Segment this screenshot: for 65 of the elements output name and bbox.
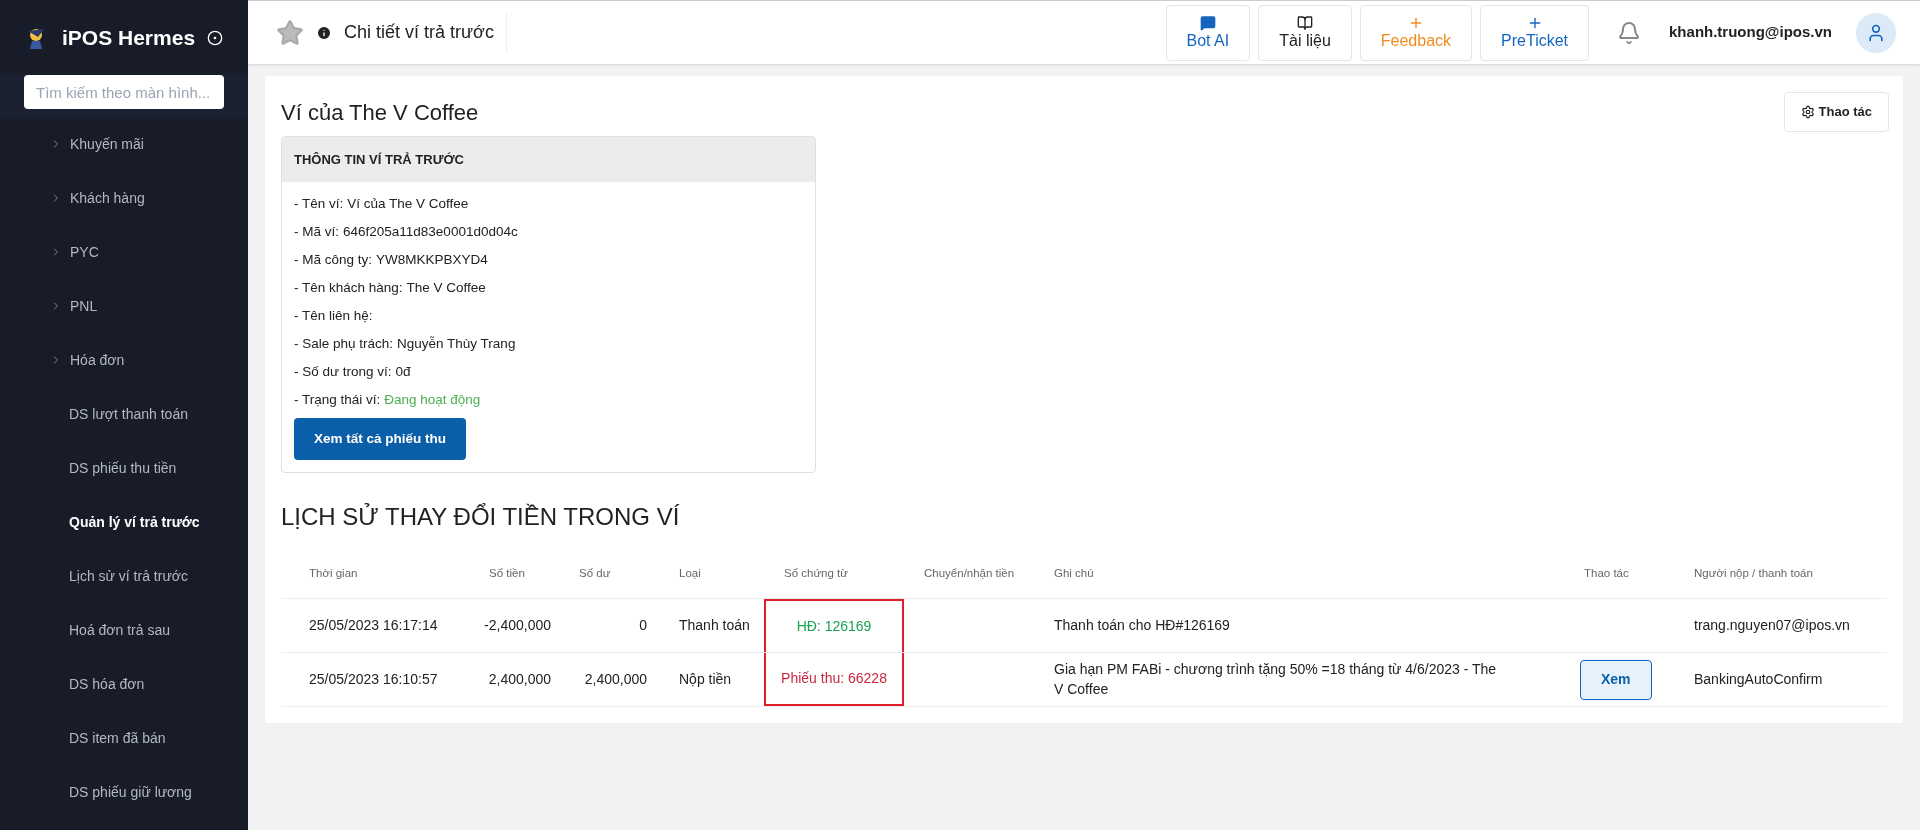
column-header: Ghi chú bbox=[1053, 565, 1095, 581]
sidebar-item[interactable]: PYC bbox=[0, 225, 248, 279]
info-line: - Tên liên hệ: bbox=[294, 306, 374, 325]
column-header: Chuyển/nhận tiền bbox=[923, 565, 1016, 581]
sidebar-item[interactable]: DS phiếu giữ lương bbox=[0, 765, 248, 819]
info-line: - Tên ví: Ví của The V Coffee bbox=[294, 194, 470, 213]
info-line: - Trạng thái ví: Đang hoạt động bbox=[294, 390, 482, 409]
history-title: LỊCH SỬ THAY ĐỔI TIỀN TRONG VÍ bbox=[281, 502, 681, 532]
column-header: Thao tác bbox=[1583, 565, 1630, 581]
sidebar-item[interactable]: Quản lý ví trả trước bbox=[0, 495, 248, 549]
info-line: - Mã công ty: YW8MKKPBXYD4 bbox=[294, 250, 489, 269]
sidebar-item[interactable]: PNL bbox=[0, 279, 248, 333]
view-receipts-button[interactable]: Xem tất cả phiếu thu bbox=[294, 418, 467, 460]
sidebar-item[interactable]: DS hóa đơn bbox=[0, 657, 248, 711]
voucher-cell: Phiếu thu: 66228 bbox=[764, 653, 904, 706]
table-cell-text: -2,400,000 bbox=[483, 616, 552, 635]
column-header: Thời gian bbox=[308, 565, 359, 581]
sidebar-item[interactable]: Hóa đơn bbox=[0, 333, 248, 387]
book-icon bbox=[1297, 14, 1313, 31]
radio-icon[interactable] bbox=[207, 29, 224, 46]
sidebar-item[interactable]: DS phiếu thu tiền bbox=[0, 441, 248, 495]
column-header: Loại bbox=[678, 565, 702, 581]
table-cell-text: BankingAutoConfirm bbox=[1693, 670, 1824, 689]
table-cell-text: 25/05/2023 16:10:57 bbox=[308, 670, 439, 689]
settings-icon bbox=[1800, 105, 1815, 119]
table-cell-text: 2,400,000 bbox=[583, 670, 648, 689]
sidebar-item[interactable]: DS item đã bán bbox=[0, 711, 248, 765]
view-button[interactable]: Xem bbox=[1580, 659, 1652, 700]
info-line: - Mã ví: 646f205a11d83e0001d0d04c bbox=[294, 222, 519, 241]
brand-name: iPOS Hermes bbox=[62, 24, 196, 51]
info-line: - Sale phụ trách: Nguyễn Thùy Trang bbox=[294, 334, 517, 353]
bell-icon[interactable] bbox=[1617, 20, 1642, 45]
voucher-cell: HĐ: 126169 bbox=[764, 599, 904, 652]
column-header: Người nộp / thanh toán bbox=[1693, 565, 1814, 581]
table-cell-text: 0 bbox=[638, 616, 648, 635]
table-cell-text: trang.nguyen07@ipos.vn bbox=[1693, 616, 1851, 635]
table-cell-text: Thanh toán bbox=[678, 616, 751, 635]
sidebar-item[interactable]: DS lượt thanh toán bbox=[0, 387, 248, 441]
star-icon bbox=[276, 18, 304, 47]
avatar[interactable] bbox=[1856, 12, 1896, 53]
column-header: Số chứng từ bbox=[783, 565, 849, 581]
chat-icon bbox=[1199, 14, 1216, 31]
page-title: Chi tiết ví trả trước bbox=[344, 12, 507, 53]
header-button[interactable]: PreTicket bbox=[1480, 4, 1590, 61]
column-header: Số dư bbox=[578, 565, 612, 581]
sidebar-item[interactable]: Khách hàng bbox=[0, 171, 248, 225]
info-line: - Tên khách hàng: The V Coffee bbox=[294, 278, 487, 297]
sidebar-item[interactable]: Hoá đơn trả sau bbox=[0, 603, 248, 657]
table-cell-text: Thanh toán cho HĐ#126169 bbox=[1053, 615, 1231, 635]
column-header: Số tiền bbox=[488, 565, 526, 581]
header-button[interactable]: Bot AI bbox=[1165, 4, 1251, 61]
card-title: THÔNG TIN VÍ TRẢ TRƯỚC bbox=[282, 137, 815, 182]
sidebar-item[interactable]: Khuyến mãi bbox=[0, 117, 248, 171]
sidebar-item[interactable]: Lịch sử ví trả trước bbox=[0, 549, 248, 603]
info-icon bbox=[316, 24, 332, 41]
actions-button[interactable]: Thao tác bbox=[1783, 92, 1889, 132]
table-cell-text: 2,400,000 bbox=[487, 670, 552, 689]
info-line: - Số dư trong ví: 0đ bbox=[294, 362, 412, 381]
header-button[interactable]: Tài liệu bbox=[1258, 4, 1352, 61]
user-email: khanh.truong@ipos.vn bbox=[1669, 22, 1832, 43]
wallet-title: Ví của The V Coffee bbox=[281, 99, 479, 127]
table-cell-text: Gia hạn PM FABi - chương trình tặng 50% =18 tháng từ 4/6/2023 - The V Coffee bbox=[1053, 660, 1498, 699]
table-cell-text: 25/05/2023 16:17:14 bbox=[308, 616, 439, 635]
search-field[interactable]: Tìm kiếm theo màn hình... bbox=[24, 75, 224, 109]
table-cell-text: Nộp tiền bbox=[678, 670, 733, 689]
